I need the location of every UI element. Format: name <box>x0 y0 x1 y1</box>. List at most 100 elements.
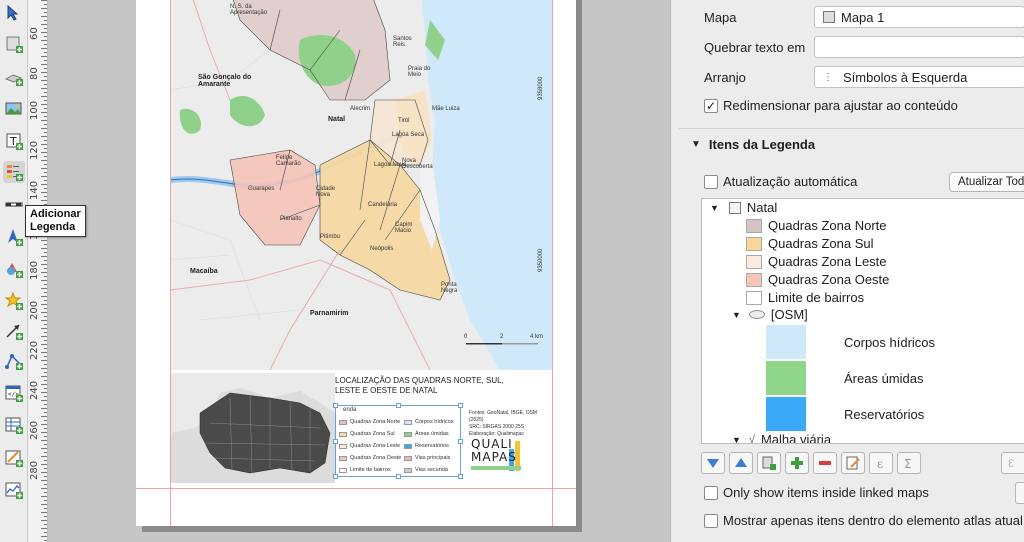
filter-expression-button[interactable]: Ɛ <box>1001 452 1024 474</box>
layout-legend-block[interactable]: LOCALIZAÇÃO DAS QUADRAS NORTE, SUL, LEST… <box>333 373 552 483</box>
expand-arrow-icon[interactable]: ▼ <box>732 435 741 444</box>
map-label-neopolis: Neópolis <box>370 246 394 252</box>
tree-item[interactable]: Quadras Zona Oeste <box>746 272 889 287</box>
layout-map-title: LOCALIZAÇÃO DAS QUADRAS NORTE, SUL, LEST… <box>335 376 504 395</box>
legend-item-label: Corpos hídricos <box>415 419 454 425</box>
add-group-button[interactable] <box>757 452 781 474</box>
add-fixed-table-icon[interactable] <box>3 447 25 469</box>
ruler-tick <box>44 364 47 365</box>
collapse-triangle-icon[interactable]: ▼ <box>691 139 701 150</box>
add-3d-map-icon[interactable] <box>3 66 25 88</box>
move-up-button[interactable] <box>729 452 753 474</box>
legend-heading: enda <box>343 407 357 413</box>
add-legend-icon[interactable] <box>3 161 25 183</box>
arranjo-select[interactable]: ⋮ Símbolos à Esquerda <box>814 66 1024 88</box>
resize-handle[interactable] <box>333 403 338 408</box>
linked-map-button[interactable] <box>1015 482 1024 504</box>
resize-handle[interactable] <box>333 474 338 479</box>
resize-handle[interactable] <box>396 474 401 479</box>
auto-update-checkbox[interactable] <box>704 175 718 189</box>
ruler-tick <box>44 508 47 509</box>
ruler-tick <box>41 472 47 473</box>
add-shape-icon[interactable] <box>3 258 25 280</box>
tree-osm-item[interactable]: Corpos hídricos <box>766 325 935 359</box>
tooltip-adicionar-legenda: Adicionar Legenda <box>25 205 86 237</box>
resize-handle[interactable] <box>458 403 463 408</box>
ruler-tick <box>44 356 47 357</box>
item-properties-panel: Mapa Mapa 1 Quebrar texto em Arranjo ⋮ S… <box>670 0 1024 542</box>
count-button[interactable]: Σ <box>897 452 921 474</box>
add-scalebar-icon[interactable] <box>3 196 25 218</box>
move-down-button[interactable] <box>701 452 725 474</box>
edit-item-button[interactable] <box>841 452 865 474</box>
ruler-tick <box>44 276 47 277</box>
expression-button[interactable]: ε <box>869 452 893 474</box>
locator-map[interactable] <box>170 373 335 483</box>
add-html-icon[interactable]: </> <box>3 382 25 404</box>
add-marker-icon[interactable] <box>3 290 25 312</box>
add-node-item-icon[interactable] <box>3 350 25 372</box>
linked-only-checkbox[interactable] <box>704 486 718 500</box>
add-elevation-profile-icon[interactable] <box>3 479 25 501</box>
svg-text:T: T <box>9 135 17 148</box>
add-attribute-table-icon[interactable] <box>3 414 25 436</box>
remove-item-button[interactable] <box>813 452 837 474</box>
legend-items-tree[interactable]: ▼ Natal Quadras Zona Norte Quadras Zona S… <box>701 198 1024 444</box>
svg-text:Ɛ: Ɛ <box>1008 459 1014 470</box>
ruler-tick <box>41 40 47 41</box>
ruler-tick <box>44 100 47 101</box>
ruler-label: 180 <box>29 260 40 280</box>
ruler-label: 80 <box>29 67 40 80</box>
ruler-tick <box>41 368 47 369</box>
tree-osm-item[interactable]: Reservatórios <box>766 397 924 431</box>
tree-item-label: Quadras Zona Sul <box>768 236 874 251</box>
resize-handle[interactable] <box>458 474 463 479</box>
add-image-icon[interactable] <box>3 33 25 55</box>
tree-group-osm[interactable]: ▼ [OSM] <box>732 307 808 322</box>
add-arrow-icon[interactable] <box>3 320 25 342</box>
ruler-tick <box>44 492 47 493</box>
ruler-tick <box>44 84 47 85</box>
ruler-tick <box>41 344 47 345</box>
expand-arrow-icon[interactable]: ▼ <box>732 310 741 320</box>
selected-legend-item[interactable]: enda Quadras Zona Norte Quadras Zona Sul Q… <box>333 403 463 479</box>
ruler-tick <box>44 132 47 133</box>
resize-handle[interactable] <box>333 439 338 444</box>
layout-canvas[interactable]: São Gonçalo do Amarante Natal Macaíba Pa… <box>48 0 670 542</box>
expand-arrow-icon[interactable]: ▼ <box>710 203 719 213</box>
ruler-label: 240 <box>29 380 40 400</box>
tree-item[interactable]: Quadras Zona Leste <box>746 254 887 269</box>
tree-item-malha-viaria[interactable]: ▼ √ Malha viária <box>732 432 831 444</box>
tree-item[interactable]: Quadras Zona Sul <box>746 236 874 251</box>
add-item-button[interactable] <box>785 452 809 474</box>
map-label-pitimbu: Pitimbu <box>320 234 341 240</box>
atlas-only-checkbox[interactable] <box>704 514 718 528</box>
resize-handle[interactable] <box>458 439 463 444</box>
ruler-tick <box>41 528 47 529</box>
tree-item[interactable]: Quadras Zona Norte <box>746 218 887 233</box>
legend-items-section-header[interactable]: ▼ Itens da Legenda <box>691 137 815 152</box>
mapa-select[interactable]: Mapa 1 <box>814 6 1024 28</box>
ruler-tick <box>41 408 47 409</box>
add-picture-icon[interactable] <box>3 98 25 120</box>
legend-swatch <box>339 443 347 449</box>
ruler-tick <box>44 452 47 453</box>
select-move-item-icon[interactable] <box>3 2 25 24</box>
layout-page[interactable]: São Gonçalo do Amarante Natal Macaíba Pa… <box>136 0 576 526</box>
tree-osm-item[interactable]: Áreas úmidas <box>766 361 923 395</box>
update-all-button[interactable]: Atualizar Todos <box>949 172 1024 192</box>
quebrar-texto-input[interactable] <box>814 36 1024 58</box>
map-item[interactable]: São Gonçalo do Amarante Natal Macaíba Pa… <box>170 0 552 370</box>
add-label-icon[interactable]: T <box>3 130 25 152</box>
redimensionar-checkbox[interactable]: ✓ <box>704 99 718 113</box>
ruler-tick <box>41 464 47 465</box>
add-north-arrow-icon[interactable] <box>3 226 25 248</box>
layout-legend-item: Áreas úmidas <box>404 431 449 437</box>
guide-line-horizontal <box>136 488 576 489</box>
ruler-tick <box>41 8 47 9</box>
tree-group-natal[interactable]: ▼ Natal <box>710 200 777 215</box>
ruler-tick <box>41 320 47 321</box>
tree-item[interactable]: Limite de bairros <box>746 290 864 305</box>
mapa-label: Mapa <box>704 10 737 25</box>
resize-handle[interactable] <box>396 403 401 408</box>
